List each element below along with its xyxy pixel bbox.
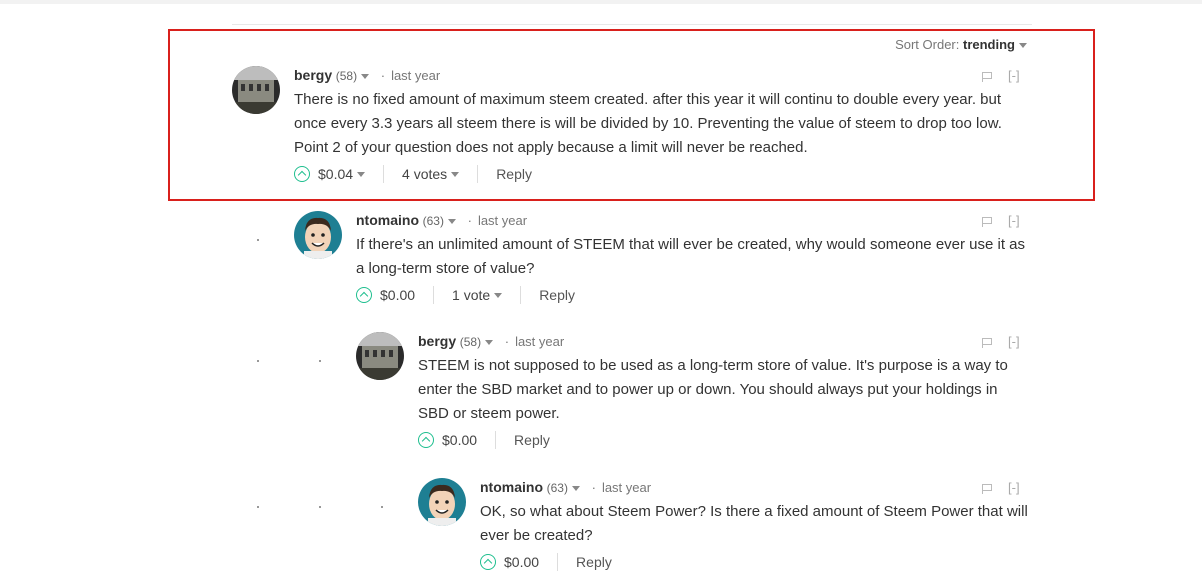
author-reputation: (58) (459, 335, 482, 349)
chevron-down-icon[interactable] (485, 340, 494, 346)
comment-text: There is no fixed amount of maximum stee… (294, 91, 1002, 156)
flag-icon[interactable] (982, 71, 992, 82)
separator-dot: · (467, 213, 472, 228)
votes-count[interactable]: 1 vote (452, 285, 490, 305)
chevron-down-icon[interactable] (451, 171, 460, 177)
chevron-down-icon[interactable] (447, 219, 456, 225)
separator-dot: · (504, 334, 510, 349)
collapse-button[interactable]: [-] (1008, 480, 1020, 495)
author-name[interactable]: bergy (294, 67, 332, 83)
author-name[interactable]: ntomaino (356, 212, 419, 228)
sort-order-value[interactable]: trending (963, 37, 1015, 52)
votes-count[interactable]: 4 votes (402, 164, 447, 184)
payout-value[interactable]: $0.00 (442, 430, 477, 450)
divider (557, 553, 559, 571)
reply-button[interactable]: Reply (496, 164, 532, 184)
reply-button[interactable]: Reply (539, 285, 575, 305)
nesting-dot (381, 506, 383, 508)
comment-tools: [-] (982, 213, 1020, 228)
top-border (0, 0, 1202, 4)
comment-header: bergy (58) · last year (294, 66, 1034, 84)
timestamp[interactable]: last year (602, 480, 651, 495)
separator-dot: · (380, 68, 386, 83)
upvote-icon[interactable] (294, 166, 310, 182)
comment-tools: [-] (982, 68, 1020, 83)
divider (495, 431, 497, 449)
reply-button[interactable]: Reply (576, 552, 612, 572)
author-reputation: (58) (335, 69, 358, 83)
separator-dot: · (591, 480, 596, 495)
nesting-dot (319, 360, 321, 362)
sort-order[interactable]: Sort Order: trending (895, 37, 1027, 52)
section-divider (232, 24, 1032, 25)
chevron-down-icon[interactable] (494, 292, 503, 298)
author-name[interactable]: ntomaino (480, 479, 543, 495)
chevron-down-icon[interactable] (357, 171, 366, 177)
comment-footer: $0.00 Reply (418, 430, 1032, 450)
nesting-dot (257, 506, 259, 508)
chevron-down-icon[interactable] (571, 486, 580, 492)
collapse-button[interactable]: [-] (1008, 334, 1020, 349)
avatar[interactable] (232, 66, 280, 114)
comment-footer: $0.00 1 vote Reply (356, 285, 1032, 305)
flag-icon[interactable] (982, 483, 992, 494)
divider (477, 165, 479, 183)
avatar[interactable] (294, 211, 342, 259)
timestamp[interactable]: last year (391, 68, 440, 83)
chevron-down-icon[interactable] (1019, 43, 1027, 49)
comment-header: ntomaino (63) · last year (356, 211, 1032, 229)
sort-order-label: Sort Order: (895, 37, 960, 52)
comment-text: If there's an unlimited amount of STEEM … (356, 236, 1026, 277)
collapse-button[interactable]: [-] (1008, 68, 1020, 83)
comment-text: STEEM is not supposed to be used as a lo… (418, 357, 1008, 422)
comment-footer: $0.04 4 votes Reply (294, 164, 1034, 184)
upvote-icon[interactable] (418, 432, 434, 448)
upvote-icon[interactable] (356, 287, 372, 303)
flag-icon[interactable] (982, 337, 992, 348)
flag-icon[interactable] (982, 216, 992, 227)
avatar[interactable] (356, 332, 404, 380)
comment-text: OK, so what about Steem Power? Is there … (480, 503, 1028, 544)
payout-value[interactable]: $0.00 (504, 552, 539, 572)
avatar[interactable] (418, 478, 466, 526)
chevron-down-icon[interactable] (361, 74, 370, 80)
collapse-button[interactable]: [-] (1008, 213, 1020, 228)
timestamp[interactable]: last year (515, 334, 564, 349)
reply-button[interactable]: Reply (514, 430, 550, 450)
nesting-dot (319, 506, 321, 508)
comment-tools: [-] (982, 480, 1020, 495)
comment-tools: [-] (982, 334, 1020, 349)
payout-value[interactable]: $0.00 (380, 285, 415, 305)
payout-value[interactable]: $0.04 (318, 164, 353, 184)
author-reputation: (63) (546, 481, 568, 495)
divider (433, 286, 435, 304)
comment-header: bergy (58) · last year (418, 332, 1032, 350)
nesting-dot (257, 239, 259, 241)
divider (383, 165, 385, 183)
divider (520, 286, 522, 304)
author-name[interactable]: bergy (418, 333, 456, 349)
comment-header: ntomaino (63) · last year (480, 478, 1032, 496)
timestamp[interactable]: last year (478, 213, 527, 228)
author-reputation: (63) (422, 214, 444, 228)
comment-footer: $0.00 Reply (480, 552, 1032, 572)
upvote-icon[interactable] (480, 554, 496, 570)
nesting-dot (257, 360, 259, 362)
